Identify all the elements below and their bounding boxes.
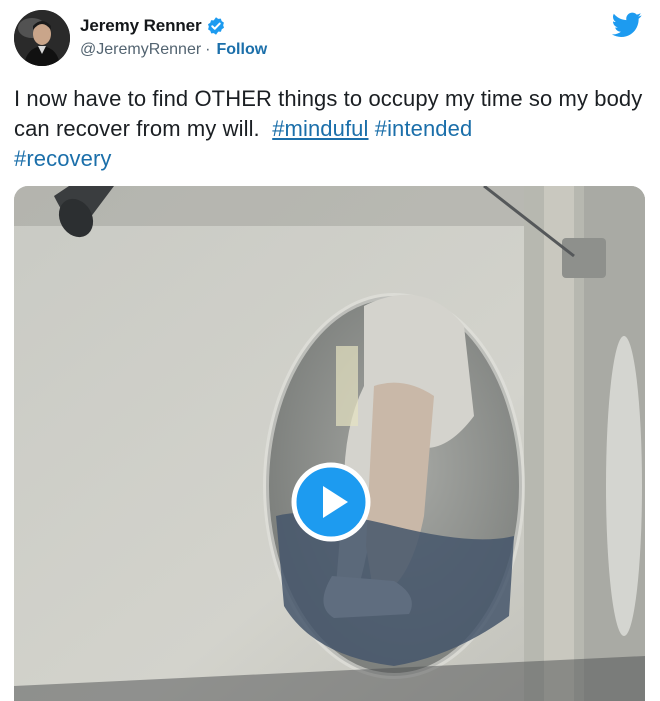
tweet-text: I now have to find OTHER things to occup… <box>14 84 644 174</box>
tweet-header: Jeremy Renner @JeremyRenner · Follow <box>14 10 644 68</box>
twitter-bird-icon[interactable] <box>611 12 642 38</box>
user-info: Jeremy Renner @JeremyRenner · Follow <box>80 15 267 59</box>
separator-dot: · <box>205 41 211 58</box>
avatar[interactable] <box>14 10 70 66</box>
play-icon[interactable] <box>290 461 372 543</box>
follow-link[interactable]: Follow <box>217 41 268 59</box>
display-name[interactable]: Jeremy Renner <box>80 16 202 36</box>
user-handle[interactable]: @JeremyRenner <box>80 41 201 59</box>
video-media[interactable] <box>14 186 645 701</box>
hashtag-link[interactable]: #minduful <box>272 116 368 141</box>
hashtag-link[interactable]: #recovery <box>14 146 112 171</box>
hashtag-link[interactable]: #intended <box>375 116 473 141</box>
video-thumbnail <box>14 186 645 701</box>
tweet-card: Jeremy Renner @JeremyRenner · Follow I n… <box>0 0 660 701</box>
verified-badge-icon <box>206 16 226 36</box>
